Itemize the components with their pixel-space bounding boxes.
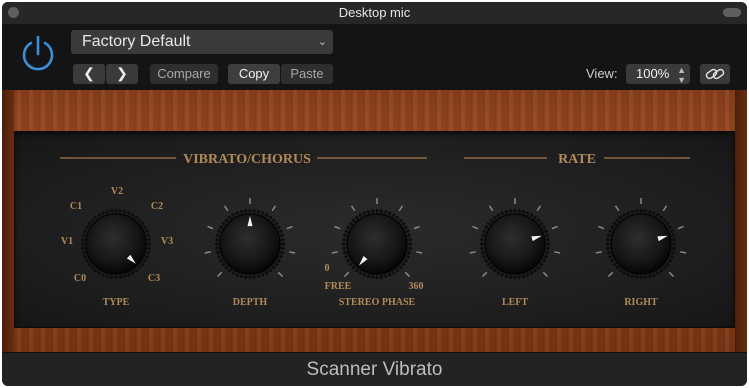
power-button[interactable]: [18, 34, 58, 74]
chevron-left-icon: ❮: [83, 65, 95, 81]
stereo-phase-max: 360: [409, 281, 424, 292]
section-title-rate: RATE: [558, 152, 596, 167]
stereo-phase-label: STEREO PHASE: [339, 297, 416, 308]
copy-button[interactable]: Copy: [228, 64, 280, 84]
type-scale-v2: V2: [111, 186, 123, 197]
type-scale-c3: C3: [148, 273, 160, 284]
type-scale-v3: V3: [161, 236, 173, 247]
knob-tick: [488, 205, 494, 212]
knob-tick: [398, 205, 404, 212]
knob-tick: [334, 225, 341, 230]
knob-tick: [331, 251, 338, 254]
stereo-phase-min: 0: [325, 263, 330, 274]
type-scale-c0: C0: [74, 273, 86, 284]
knob-tick: [289, 251, 296, 254]
compare-button[interactable]: Compare: [150, 64, 218, 84]
controls-svg: VIBRATO/CHORUS RATE C1 V2 C2 V1 V3 C0 C3…: [60, 152, 690, 308]
section-title-vibrato-chorus: VIBRATO/CHORUS: [183, 152, 311, 167]
knob-tick: [614, 205, 620, 212]
rate-right-label: RIGHT: [624, 297, 658, 308]
stepper-arrows-icon: ▲ ▼: [677, 65, 686, 85]
knob-cap: [85, 213, 147, 275]
knob-tick: [542, 271, 549, 278]
knob-cap: [484, 213, 546, 275]
knob-cap: [346, 213, 408, 275]
plugin-name: Scanner Vibrato: [306, 359, 443, 380]
knob-tick: [343, 271, 350, 278]
zoom-value: 100%: [636, 66, 670, 81]
knob-tick: [271, 205, 277, 212]
rate-right-knob[interactable]: [595, 198, 687, 279]
link-button[interactable]: [700, 64, 730, 84]
knob-tick: [469, 251, 476, 254]
type-scale-c2: C2: [151, 201, 163, 212]
previous-preset-button[interactable]: ❮: [73, 64, 105, 84]
knob-cap: [610, 213, 672, 275]
depth-label: DEPTH: [233, 297, 268, 308]
knob-tick: [481, 271, 488, 278]
knob-tick: [551, 225, 558, 230]
knob-tick: [472, 225, 479, 230]
knob-tick: [677, 225, 684, 230]
control-panel: VIBRATO/CHORUS RATE C1 V2 C2 V1 V3 C0 C3…: [14, 131, 735, 328]
zoom-select[interactable]: 100% ▲ ▼: [626, 64, 690, 85]
knob-tick: [536, 205, 542, 212]
knob-tick: [404, 271, 411, 278]
knob-tick: [607, 271, 614, 278]
type-scale-v1: V1: [61, 236, 73, 247]
wood-left-edge: [2, 90, 14, 352]
chevron-down-icon: ⌄: [317, 36, 327, 48]
rate-left-knob[interactable]: [469, 198, 561, 279]
preset-name: Factory Default: [82, 33, 191, 50]
stereo-phase-free: FREE: [325, 281, 352, 292]
depth-knob[interactable]: [204, 198, 296, 279]
plugin-header: Factory Default ⌄ ❮ ❯ Compare Copy Paste…: [2, 24, 747, 90]
preset-dropdown[interactable]: Factory Default ⌄: [71, 30, 333, 54]
window-title: Desktop mic: [338, 5, 411, 20]
plugin-footer: Scanner Vibrato: [2, 352, 747, 386]
knob-tick: [680, 251, 687, 254]
knob-tick: [413, 225, 420, 230]
type-label: TYPE: [103, 297, 130, 308]
paste-button[interactable]: Paste: [281, 64, 333, 84]
knob-tick: [554, 251, 561, 254]
knob-tick: [204, 251, 211, 254]
knob-tick: [223, 205, 229, 212]
knob-tick: [416, 251, 423, 254]
wood-right-edge: [735, 90, 747, 352]
stereo-phase-knob[interactable]: [331, 198, 423, 279]
wood-frame: VIBRATO/CHORUS RATE C1 V2 C2 V1 V3 C0 C3…: [2, 90, 747, 352]
type-scale-c1: C1: [70, 201, 82, 212]
next-preset-button[interactable]: ❯: [106, 64, 138, 84]
link-icon: [705, 68, 725, 80]
power-icon: [22, 35, 54, 71]
knob-tick: [286, 225, 293, 230]
title-bar: Desktop mic: [2, 2, 747, 24]
knob-tick: [207, 225, 214, 230]
knob-tick: [350, 205, 356, 212]
chevron-right-icon: ❯: [116, 65, 128, 81]
type-knob[interactable]: [81, 209, 151, 279]
view-label: View:: [586, 66, 618, 81]
knob-tick: [277, 271, 284, 278]
rate-left-label: LEFT: [502, 297, 528, 308]
toolbar-toggle-button[interactable]: [723, 8, 741, 17]
knob-tick: [595, 251, 602, 254]
knob-tick: [598, 225, 605, 230]
plugin-window: Desktop mic Factory Default ⌄ ❮ ❯ Compar…: [2, 2, 747, 386]
knob-tick: [216, 271, 223, 278]
knob-tick: [668, 271, 675, 278]
knob-tick: [662, 205, 668, 212]
